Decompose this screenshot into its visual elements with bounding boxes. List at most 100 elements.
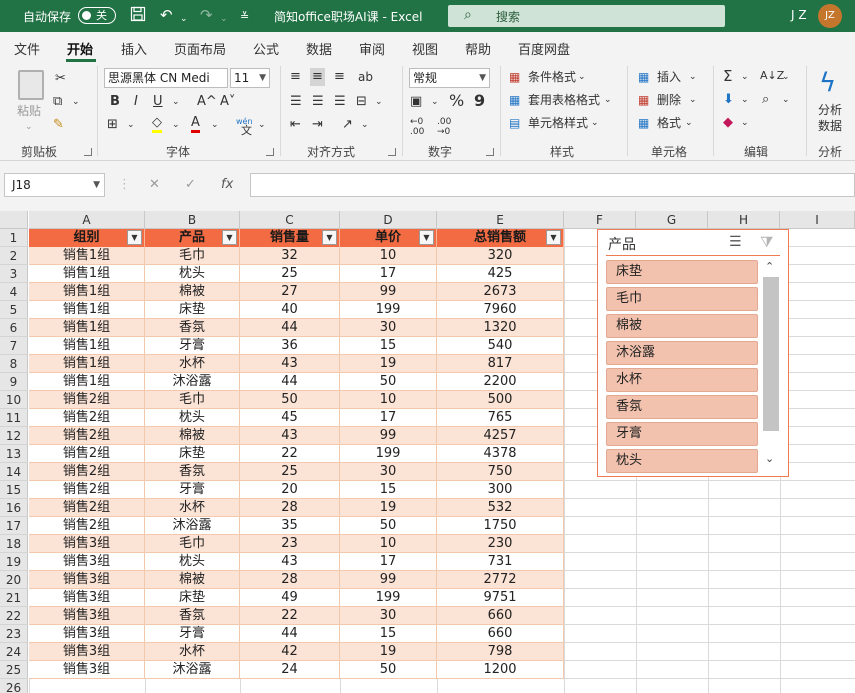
table-cell-quantity[interactable]: 35 [240,517,340,535]
row-header[interactable]: 14 [0,463,28,481]
table-cell-quantity[interactable]: 36 [240,337,340,355]
table-cell-unit-price[interactable]: 15 [340,337,437,355]
slicer-item[interactable]: 枕头 [606,449,758,473]
clear-filter-icon[interactable]: ⧩ [760,233,773,251]
table-cell-product[interactable]: 沐浴露 [145,517,240,535]
table-cell-product[interactable]: 棉被 [145,427,240,445]
font-size-select[interactable]: 11 ▼ [230,68,270,88]
table-cell-product[interactable]: 牙膏 [145,625,240,643]
sort-filter-dropdown-icon[interactable]: ⌄ [782,68,790,86]
tab-view[interactable]: 视图 [412,39,438,58]
slicer-item[interactable]: 沐浴露 [606,341,758,365]
decrease-decimal-icon[interactable]: .00 →0 [437,117,451,137]
table-cell-product[interactable]: 香氛 [145,463,240,481]
table-cell-total-sales[interactable]: 230 [437,535,564,553]
table-cell-unit-price[interactable]: 17 [340,409,437,427]
table-cell-total-sales[interactable]: 4378 [437,445,564,463]
italic-button[interactable]: I [134,93,138,111]
slicer-scrollbar[interactable] [763,277,779,431]
table-cell-group[interactable]: 销售2组 [29,517,145,535]
name-box[interactable]: J18 ▼ [4,173,105,197]
table-cell-total-sales[interactable]: 2772 [437,571,564,589]
table-cell-quantity[interactable]: 20 [240,481,340,499]
table-cell-quantity[interactable]: 25 [240,463,340,481]
orientation-dropdown-icon[interactable]: ⌄ [361,116,369,134]
table-cell-group[interactable]: 销售1组 [29,355,145,373]
table-cell-total-sales[interactable]: 1750 [437,517,564,535]
tab-review[interactable]: 审阅 [359,39,385,58]
column-header-f[interactable]: F [564,211,636,229]
table-cell-group[interactable]: 销售3组 [29,571,145,589]
table-cell-product[interactable]: 毛巾 [145,535,240,553]
column-header-a[interactable]: A [29,211,145,229]
borders-icon[interactable]: ⊞ [107,116,118,134]
table-cell-product[interactable]: 床垫 [145,589,240,607]
table-cell-quantity[interactable]: 23 [240,535,340,553]
table-cell-quantity[interactable]: 50 [240,391,340,409]
row-header[interactable]: 22 [0,607,28,625]
fill-icon[interactable]: ⬇ [723,91,734,109]
underline-dropdown-icon[interactable]: ⌄ [172,93,180,111]
tab-home[interactable]: 开始 [67,39,93,58]
column-header-g[interactable]: G [636,211,708,229]
table-cell-group[interactable]: 销售2组 [29,427,145,445]
paste-icon[interactable] [18,70,44,100]
row-header[interactable]: 11 [0,409,28,427]
table-cell-product[interactable]: 枕头 [145,409,240,427]
multi-select-icon[interactable]: ☰ [729,234,742,250]
row-header[interactable]: 8 [0,355,28,373]
avatar[interactable]: JZ [818,4,842,28]
fill-color-icon[interactable]: ◇ [152,116,162,133]
row-header[interactable]: 6 [0,319,28,337]
table-cell-unit-price[interactable]: 99 [340,571,437,589]
table-cell-unit-price[interactable]: 199 [340,301,437,319]
table-cell-product[interactable]: 枕头 [145,265,240,283]
slicer-item[interactable]: 棉被 [606,314,758,338]
column-header-e[interactable]: E [437,211,564,229]
insert-function-button[interactable]: fx [221,177,233,192]
filter-dropdown-icon[interactable]: ▼ [419,230,434,245]
table-cell-unit-price[interactable]: 17 [340,265,437,283]
row-header[interactable]: 12 [0,427,28,445]
accounting-dropdown-icon[interactable]: ⌄ [431,93,439,111]
table-cell-quantity[interactable]: 44 [240,319,340,337]
column-header-b[interactable]: B [145,211,240,229]
table-cell-total-sales[interactable]: 765 [437,409,564,427]
table-cell-group[interactable]: 销售3组 [29,607,145,625]
row-header[interactable]: 26 [0,679,28,693]
slicer-item[interactable]: 水杯 [606,368,758,392]
orientation-icon[interactable]: ↗ [342,116,353,134]
filter-dropdown-icon[interactable]: ▼ [222,230,237,245]
table-cell-product[interactable]: 水杯 [145,355,240,373]
align-left-icon[interactable]: ☰ [290,93,302,111]
decrease-indent-icon[interactable]: ⇤ [290,116,301,134]
table-cell-unit-price[interactable]: 15 [340,625,437,643]
clipboard-launcher-icon[interactable] [84,148,92,156]
row-header[interactable]: 9 [0,373,28,391]
table-header-total-sales[interactable]: 总销售额 [437,229,564,247]
table-cell-group[interactable]: 销售2组 [29,499,145,517]
row-header[interactable]: 2 [0,247,28,265]
slicer-item[interactable]: 香氛 [606,395,758,419]
table-cell-product[interactable]: 床垫 [145,301,240,319]
copy-icon[interactable]: ⧉ [53,93,62,111]
table-cell-quantity[interactable]: 28 [240,571,340,589]
table-cell-quantity[interactable]: 45 [240,409,340,427]
table-cell-quantity[interactable]: 22 [240,445,340,463]
increase-decimal-icon[interactable]: ←0.00 [410,117,424,137]
slicer-item[interactable]: 床垫 [606,260,758,284]
customize-toolbar-icon[interactable]: ≚ [240,8,249,26]
find-select-icon[interactable]: ⌕ [762,91,769,109]
product-slicer[interactable]: 产品 ☰ ⧩ 床垫 毛巾 棉被 沐浴露 水杯 香氛 牙膏 枕头 ⌃ ⌄ [597,229,789,477]
row-header[interactable]: 20 [0,571,28,589]
table-cell-unit-price[interactable]: 10 [340,247,437,265]
filter-dropdown-icon[interactable]: ▼ [546,230,561,245]
table-cell-group[interactable]: 销售1组 [29,265,145,283]
table-cell-unit-price[interactable]: 19 [340,355,437,373]
table-cell-quantity[interactable]: 43 [240,427,340,445]
undo-dropdown-icon[interactable]: ⌄ [180,10,188,28]
tab-page-layout[interactable]: 页面布局 [174,39,226,58]
fill-dropdown-icon[interactable]: ⌄ [741,91,749,109]
column-header-h[interactable]: H [708,211,780,229]
table-cell-unit-price[interactable]: 10 [340,535,437,553]
